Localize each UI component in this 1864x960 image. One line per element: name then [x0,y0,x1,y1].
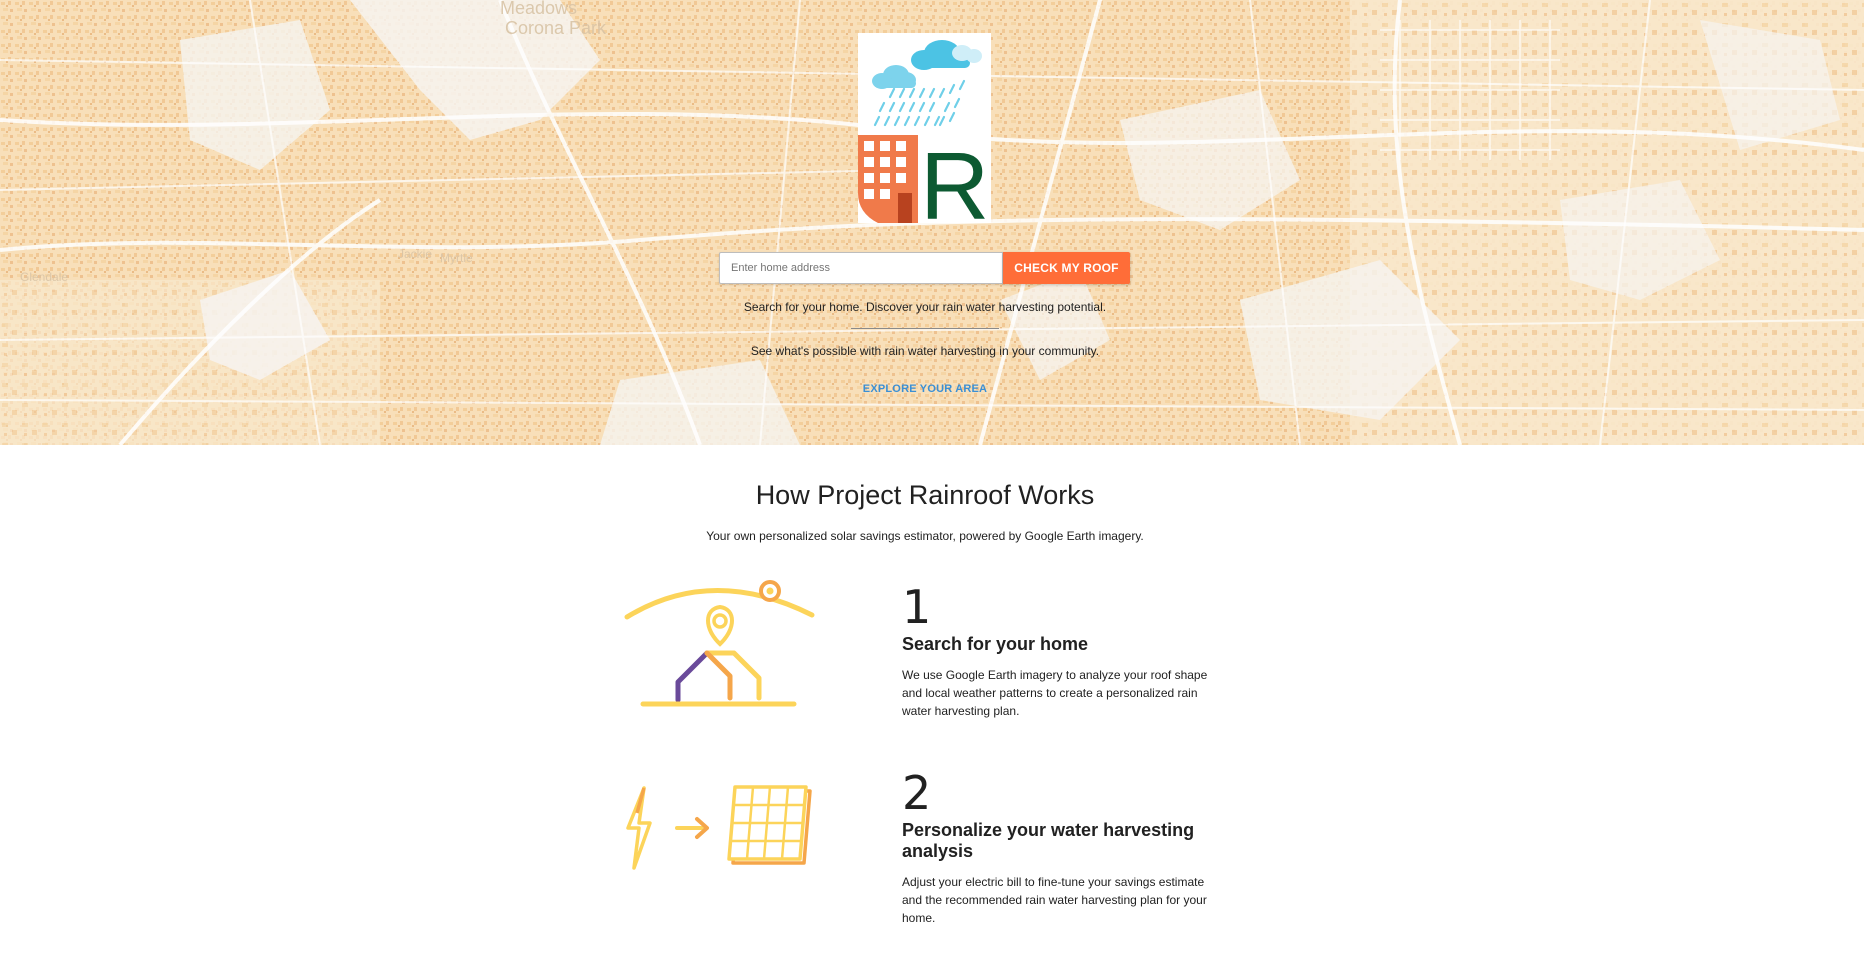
logo-letter: R [920,133,989,223]
step-description: We use Google Earth imagery to analyze y… [902,668,1208,718]
hero-tagline: Search for your home. Discover your rain… [743,300,1107,314]
building-icon [858,135,918,223]
hero-divider [851,328,999,329]
step-title: Search for your home [902,634,1089,654]
house-location-icon [624,580,815,707]
check-my-roof-button[interactable]: CHECK MY ROOF [1003,252,1130,284]
section-subtitle: Your own personalized solar savings esti… [706,529,1144,543]
explore-your-area-link[interactable]: EXPLORE YOUR AREA [0,383,1850,395]
step-number: 2 [902,766,932,820]
section-title: How Project Rainroof Works [755,480,1095,510]
step-title: Personalize your water harvesting analys… [902,820,1195,861]
step-description: Adjust your electric bill to fine-tune y… [902,875,1207,925]
hero-content: R CHECK MY ROOF Search for your home. Di… [0,0,1864,445]
address-search-input[interactable] [719,252,1003,284]
lightning-to-panel-icon [626,785,812,870]
step-number: 1 [902,580,932,634]
rainroof-logo: R [858,33,991,223]
hero-section: Meadows Corona Park Glendale Myrtle Jack… [0,0,1864,445]
community-text: See what's possible with rain water harv… [750,344,1100,358]
